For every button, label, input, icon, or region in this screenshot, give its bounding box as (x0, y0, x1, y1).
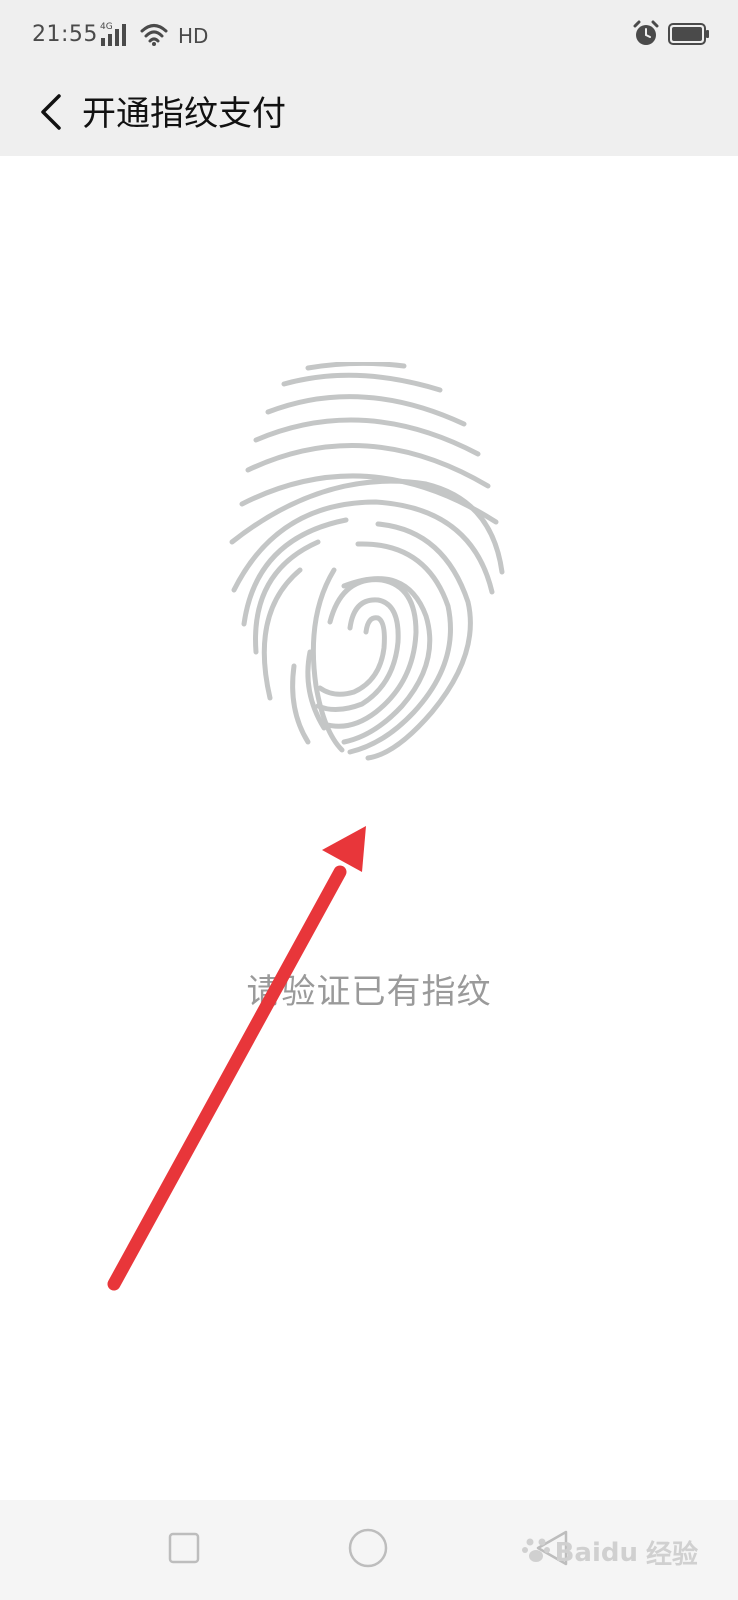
status-time: 21:55 (32, 22, 98, 47)
home-button[interactable] (346, 1528, 390, 1572)
wifi-icon (140, 21, 168, 51)
paw-icon (521, 1534, 551, 1571)
navigation-bar: Baidu 经验 (0, 1500, 738, 1600)
watermark-brand: Baidu (554, 1537, 638, 1568)
status-right-icons (632, 20, 710, 52)
circle-icon (347, 1527, 389, 1573)
battery-icon (668, 22, 710, 50)
back-button[interactable] (22, 82, 82, 146)
square-icon (166, 1530, 202, 1570)
signal-icon: 4G (100, 20, 134, 52)
fingerprint-icon[interactable] (226, 360, 516, 762)
recent-apps-button[interactable] (162, 1528, 206, 1572)
app-bar: 开通指纹支付 (0, 72, 738, 156)
network-type: 4G (100, 22, 113, 32)
status-left-icons: 4G HD (100, 20, 208, 52)
alarm-icon (632, 20, 660, 52)
page-title: 开通指纹支付 (82, 94, 286, 134)
verify-hint-text: 请验证已有指纹 (246, 972, 492, 1012)
back-chevron-icon (37, 92, 67, 136)
status-bar: 21:55 4G HD (0, 0, 738, 72)
baidu-watermark: Baidu 经验 (521, 1534, 698, 1571)
hd-label: HD (178, 24, 209, 48)
content-area: 请验证已有指纹 (0, 156, 738, 1500)
watermark-suffix: 经验 (645, 1540, 698, 1570)
